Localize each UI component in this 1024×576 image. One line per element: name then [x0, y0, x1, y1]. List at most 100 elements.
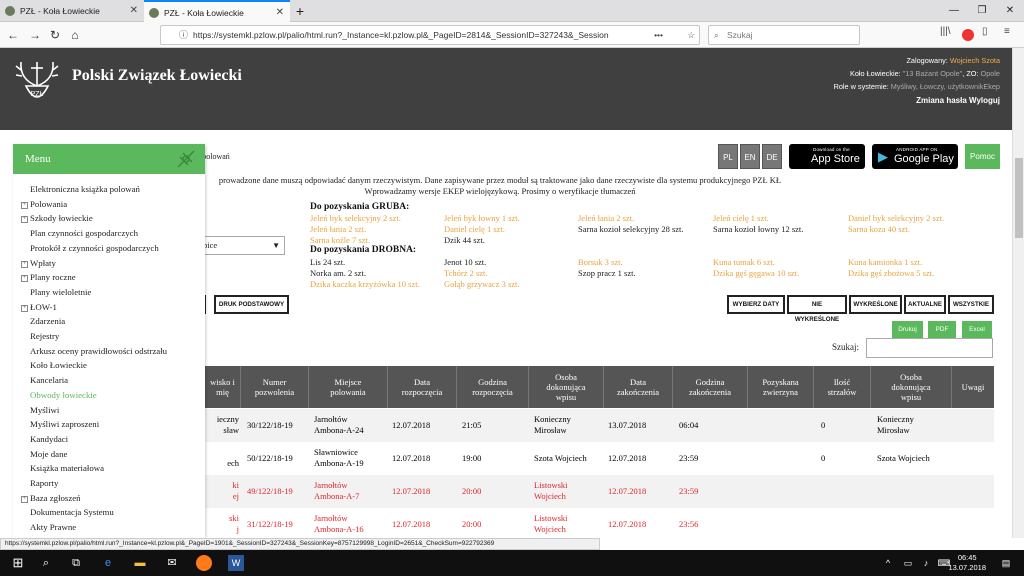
new-tab-button[interactable]: +	[292, 0, 308, 22]
google-play-button[interactable]: ▶ ANDROID APP ON Google Play	[872, 144, 958, 169]
column-header-shots[interactable]: Ilość strzałów	[814, 366, 871, 408]
column-header-person2[interactable]: Osoba dokonująca wpisu	[871, 366, 952, 408]
column-header-permit[interactable]: Numer pozwolenia	[241, 366, 309, 408]
windows-start-icon[interactable]: ⊞	[10, 555, 26, 571]
page-scrollbar[interactable]	[1012, 48, 1024, 538]
word-icon[interactable]: W	[228, 555, 244, 571]
sidebar-item[interactable]: Plan czynności gospodarczych	[30, 226, 138, 240]
sidebar-item[interactable]: Kandydaci	[30, 432, 68, 446]
circuit-select[interactable]: pice ▼	[198, 236, 285, 255]
filter-crossed-button[interactable]: WYKREŚLONE	[849, 295, 902, 314]
close-tab-icon[interactable]: ✕	[276, 2, 284, 24]
sidebar-item[interactable]: + Plany roczne	[21, 270, 76, 284]
column-header-start-time[interactable]: Godzina rozpoczęcia	[457, 366, 529, 408]
url-bar[interactable]: ⓘ 🔒 https://systemkl.pzlow.pl/palio/html…	[160, 25, 700, 45]
tray-chevron-icon[interactable]: ^	[880, 555, 896, 571]
library-icon[interactable]: |||\	[940, 26, 951, 37]
back-icon[interactable]: ←	[4, 26, 22, 44]
lang-en-button[interactable]: EN	[740, 144, 760, 169]
bookmark-star-icon[interactable]: ☆	[687, 26, 695, 44]
sidebar-item[interactable]: Myśliwi zaproszeni	[30, 417, 99, 431]
expand-plus-icon[interactable]: +	[21, 260, 28, 268]
logout-link[interactable]: Wyloguj	[969, 96, 1000, 105]
sidebar-item[interactable]: Rejestry	[30, 329, 59, 343]
sidebar-item[interactable]: + Polowania	[21, 197, 67, 211]
export-print-button[interactable]: Drukuj	[892, 321, 923, 338]
menu-icon[interactable]: ≡	[1004, 26, 1010, 37]
search-icon[interactable]: ⌕	[38, 555, 54, 571]
edge-icon[interactable]: e	[100, 555, 116, 571]
task-view-icon[interactable]: ⧉	[68, 555, 84, 571]
forward-icon[interactable]: →	[26, 26, 44, 44]
home-icon[interactable]: ⌂	[66, 26, 84, 44]
sidebar-item[interactable]: Elektroniczna książka polowań	[30, 182, 140, 196]
column-header-notes[interactable]: Uwagi	[952, 366, 994, 408]
sidebar-item[interactable]: + Baza zgłoszeń	[21, 491, 81, 505]
sidebar-icon[interactable]: ▯	[982, 26, 988, 37]
sidebar-item[interactable]: Obwody łowieckie	[30, 388, 97, 402]
expand-plus-icon[interactable]: +	[21, 304, 28, 312]
info-icon[interactable]: ⓘ	[179, 26, 188, 44]
change-password-link[interactable]: Zmiana hasła	[916, 96, 967, 105]
logged-user: Wojciech Szota	[949, 56, 1000, 65]
browser-search-input[interactable]: ⌕ Szukaj	[708, 25, 860, 45]
filter-current-button[interactable]: AKTUALNE	[904, 295, 946, 314]
sidebar-item[interactable]: Akty Prawne	[30, 520, 76, 534]
close-window-icon[interactable]: ✕	[996, 0, 1024, 22]
notifications-icon[interactable]: ▤	[998, 555, 1014, 571]
sidebar-item-label: Kancelaria	[30, 375, 69, 386]
sidebar-item[interactable]: Protokół z czynności gospodarczych	[30, 241, 159, 255]
network-icon[interactable]: ▭	[900, 555, 916, 571]
column-header-place[interactable]: Miejsce polowania	[309, 366, 388, 408]
scrollbar-thumb[interactable]	[1015, 158, 1023, 238]
column-header-person[interactable]: Osoba dokonująca wpisu	[529, 366, 604, 408]
sidebar-item[interactable]: Koło Łowieckie	[30, 358, 87, 372]
sidebar-item[interactable]: Książka materiałowa	[30, 461, 104, 475]
volume-icon[interactable]: ♪	[918, 555, 934, 571]
browser-tab-1[interactable]: PZŁ - Koła Łowieckie ✕	[0, 0, 144, 22]
taskbar-clock[interactable]: 06:45 13.07.2018	[948, 553, 986, 573]
help-button[interactable]: Pomoc	[965, 144, 1000, 169]
column-header-game[interactable]: Pozyskana zwierzyna	[748, 366, 814, 408]
expand-plus-icon[interactable]: +	[21, 201, 28, 209]
print-basic-button[interactable]: DRUK PODSTAWOWY	[214, 295, 289, 314]
expand-plus-icon[interactable]: +	[21, 495, 28, 503]
sidebar-item[interactable]: Zdarzenia	[30, 314, 65, 328]
mail-icon[interactable]: ✉	[164, 555, 180, 571]
filter-not-crossed-button[interactable]: NIE WYKREŚLONE	[787, 295, 847, 323]
lang-pl-button[interactable]: PL	[718, 144, 738, 169]
file-explorer-icon[interactable]: ▬	[132, 555, 148, 571]
expand-plus-icon[interactable]: +	[21, 275, 28, 283]
app-store-button[interactable]: Download on the App Store	[789, 144, 865, 169]
restore-icon[interactable]: ❐	[968, 0, 996, 22]
export-excel-button[interactable]: Excel	[962, 321, 992, 338]
sidebar-item[interactable]: Moje dane	[30, 447, 67, 461]
filter-all-button[interactable]: WSZYSTKIE	[948, 295, 994, 314]
column-header-end-date[interactable]: Data zakończenia	[604, 366, 673, 408]
reload-icon[interactable]: ↻	[46, 26, 64, 44]
browser-tab-2[interactable]: PZŁ - Koła Łowieckie ✕	[144, 0, 290, 23]
sidebar-item[interactable]: + ŁOW-1	[21, 300, 57, 314]
sidebar-item[interactable]: + Szkody łowieckie	[21, 211, 93, 225]
appstore-big-text: App Store	[811, 153, 860, 165]
minimize-icon[interactable]: —	[940, 0, 968, 22]
sidebar-item[interactable]: Dokumentacja Systemu	[30, 505, 114, 519]
sidebar-item[interactable]: Kancelaria	[30, 373, 68, 387]
close-tab-icon[interactable]: ✕	[130, 0, 138, 22]
column-header-end-time[interactable]: Godzina zakończenia	[673, 366, 748, 408]
lang-de-button[interactable]: DE	[762, 144, 782, 169]
sidebar-item[interactable]: Myśliwi	[30, 403, 59, 417]
column-header-start-date[interactable]: Data rozpoczęcia	[388, 366, 457, 408]
sidebar-item[interactable]: Plany wieloletnie	[30, 285, 91, 299]
adblock-icon[interactable]	[962, 29, 974, 41]
page-actions-icon[interactable]: •••	[654, 26, 663, 44]
column-header-name[interactable]: wisko i mię	[205, 366, 241, 408]
filter-choose-dates-button[interactable]: WYBIERZ DATY	[727, 295, 785, 314]
expand-plus-icon[interactable]: +	[21, 216, 28, 224]
table-search-input[interactable]	[866, 338, 993, 358]
sidebar-item[interactable]: Arkusz oceny prawidłowości odstrzału	[30, 344, 167, 358]
firefox-icon[interactable]	[196, 555, 212, 571]
sidebar-item[interactable]: + Wpłaty	[21, 256, 56, 270]
export-pdf-button[interactable]: PDF	[928, 321, 956, 338]
sidebar-item[interactable]: Raporty	[30, 476, 58, 490]
